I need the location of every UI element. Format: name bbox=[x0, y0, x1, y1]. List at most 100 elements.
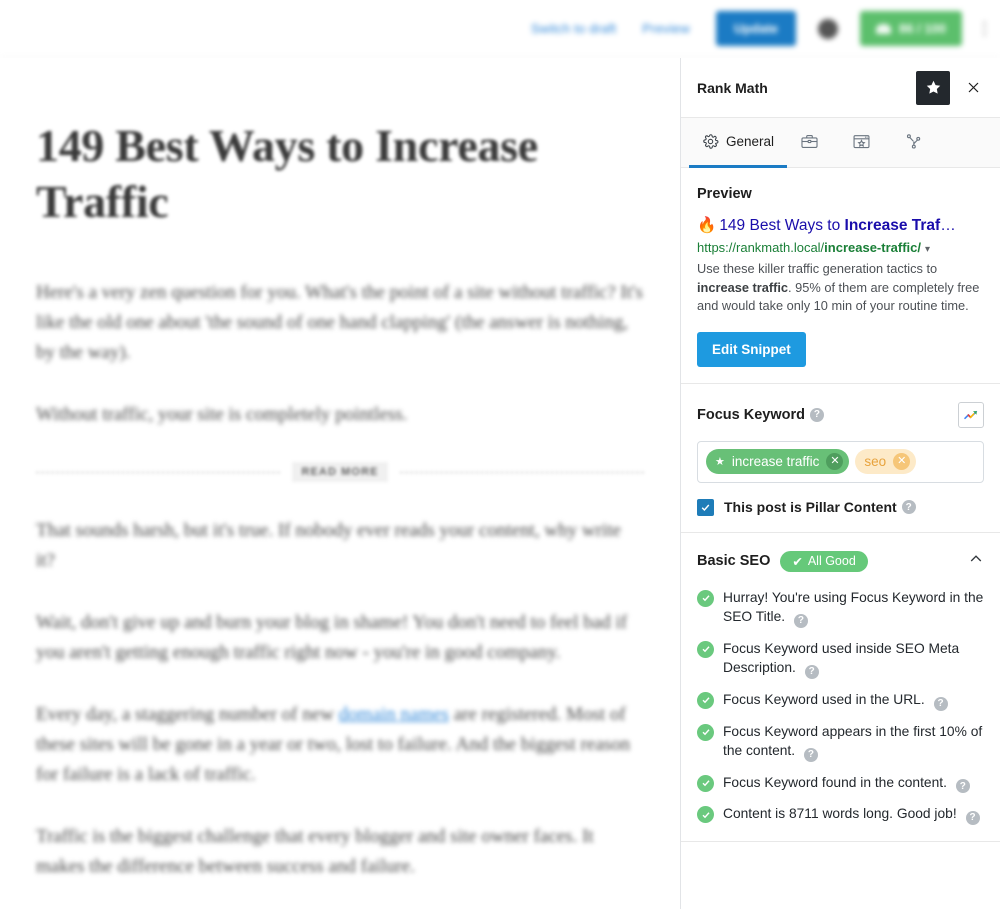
check-circle-icon bbox=[697, 774, 714, 792]
list-item: Focus Keyword used inside SEO Meta Descr… bbox=[697, 639, 984, 679]
focus-keyword-section: Focus Keyword ? ★ increase traffic ✕ seo… bbox=[681, 384, 1000, 533]
help-icon[interactable]: ? bbox=[793, 613, 808, 628]
sidebar-tabs: General bbox=[681, 118, 1000, 168]
list-item-text: Focus Keyword found in the content. ? bbox=[723, 773, 970, 794]
seo-score-value: 86 / 100 bbox=[899, 21, 946, 36]
tab-general[interactable]: General bbox=[689, 118, 788, 168]
paragraph-block[interactable]: Traffic is the biggest challenge that ev… bbox=[36, 822, 644, 882]
list-item: Content is 8711 words long. Good job! ? bbox=[697, 804, 984, 826]
basic-seo-header[interactable]: Basic SEO ✔ All Good bbox=[697, 550, 984, 572]
list-item: Focus Keyword used in the URL. ? bbox=[697, 690, 984, 711]
snippet-description[interactable]: Use these killer traffic generation tact… bbox=[697, 260, 984, 314]
paragraph-block[interactable]: Without traffic, your site is completely… bbox=[36, 400, 644, 430]
help-icon[interactable]: ? bbox=[933, 696, 948, 711]
list-item-label: Focus Keyword used inside SEO Meta Descr… bbox=[723, 640, 960, 675]
snippet-url-slug: increase-traffic/ bbox=[824, 240, 921, 256]
remove-keyword-icon[interactable]: ✕ bbox=[826, 453, 844, 471]
divider-left bbox=[36, 471, 281, 473]
domain-names-link[interactable]: domain names bbox=[339, 704, 449, 725]
keyword-pill-secondary[interactable]: seo ✕ bbox=[855, 449, 917, 475]
post-editor-canvas[interactable]: 149 Best Ways to Increase Traffic Here's… bbox=[0, 58, 680, 909]
sidebar-title: Rank Math bbox=[697, 79, 768, 96]
basic-seo-title: Basic SEO bbox=[697, 553, 771, 570]
editor-toolbar: Switch to draft Preview Update 86 / 100 … bbox=[0, 0, 1000, 58]
snippet-title-plain: 149 Best Ways to bbox=[719, 217, 845, 234]
update-button[interactable]: Update bbox=[715, 11, 796, 46]
snippet-url-domain: https://rankmath.local/ bbox=[697, 240, 825, 256]
briefcase-icon bbox=[800, 132, 819, 151]
sidebar-header: Rank Math bbox=[681, 58, 1000, 118]
check-circle-icon bbox=[697, 806, 714, 824]
star-icon[interactable] bbox=[916, 70, 950, 105]
list-item: Focus Keyword found in the content. ? bbox=[697, 773, 984, 794]
keyword-pill-primary[interactable]: ★ increase traffic ✕ bbox=[706, 449, 850, 475]
list-item-text: Focus Keyword used inside SEO Meta Descr… bbox=[723, 639, 984, 679]
check-circle-icon bbox=[697, 723, 714, 741]
check-glyph: ✔ bbox=[792, 554, 803, 569]
tab-social[interactable] bbox=[891, 118, 943, 168]
tab-schema[interactable] bbox=[839, 118, 891, 168]
remove-keyword-icon[interactable]: ✕ bbox=[893, 453, 911, 471]
pillar-content-row[interactable]: This post is Pillar Content ? bbox=[697, 498, 984, 516]
gear-icon bbox=[702, 133, 719, 150]
chevron-down-icon[interactable]: ▾ bbox=[925, 244, 930, 255]
read-more-label: READ MORE bbox=[292, 462, 388, 483]
paragraph-block[interactable]: That sounds harsh, but it's true. If nob… bbox=[36, 516, 644, 576]
social-share-icon bbox=[904, 132, 923, 151]
keyword-label: seo bbox=[864, 454, 887, 470]
list-item-label: Focus Keyword appears in the first 10% o… bbox=[723, 723, 983, 758]
gauge-icon bbox=[876, 23, 891, 34]
status-badge-label: All Good bbox=[807, 554, 856, 569]
list-item-text: Focus Keyword used in the URL. ? bbox=[723, 690, 948, 711]
page-title[interactable]: 149 Best Ways to Increase Traffic bbox=[36, 118, 644, 230]
list-item-label: Content is 8711 words long. Good job! bbox=[723, 806, 957, 822]
snippet-url[interactable]: https://rankmath.local/increase-traffic/… bbox=[697, 240, 984, 255]
snippet-title-ellipsis: … bbox=[940, 217, 956, 234]
tab-advanced[interactable] bbox=[787, 118, 839, 168]
help-icon[interactable]: ? bbox=[901, 500, 916, 515]
desc-before: Use these killer traffic generation tact… bbox=[697, 261, 938, 277]
tab-general-label: General bbox=[726, 134, 775, 149]
focus-keyword-header: Focus Keyword ? bbox=[697, 401, 984, 428]
rank-math-sidebar: Rank Math General Preview 🔥 149 Best Way… bbox=[680, 58, 1000, 909]
schema-browser-icon bbox=[852, 132, 871, 151]
list-item-text: Content is 8711 words long. Good job! ? bbox=[723, 804, 980, 826]
help-icon[interactable]: ? bbox=[809, 407, 824, 422]
desc-keyword: increase traffic bbox=[697, 279, 789, 295]
focus-keyword-input[interactable]: ★ increase traffic ✕ seo ✕ bbox=[697, 440, 984, 483]
paragraph-block[interactable]: Here's a very zen question for you. What… bbox=[36, 278, 644, 368]
fire-emoji-icon: 🔥 bbox=[697, 217, 717, 234]
edit-snippet-button[interactable]: Edit Snippet bbox=[697, 331, 806, 367]
rank-math-score-button[interactable]: 86 / 100 bbox=[860, 11, 962, 46]
google-trends-icon[interactable] bbox=[958, 401, 984, 428]
snippet-preview-section: Preview 🔥 149 Best Ways to Increase Traf…… bbox=[681, 168, 1000, 384]
snippet-title-bold: Increase Traf bbox=[844, 217, 941, 234]
star-icon: ★ bbox=[715, 456, 725, 469]
settings-gear-icon[interactable] bbox=[818, 18, 838, 39]
read-more-block[interactable]: READ MORE bbox=[36, 462, 644, 483]
preview-button[interactable]: Preview bbox=[642, 21, 690, 36]
help-icon[interactable]: ? bbox=[803, 747, 818, 762]
switch-to-draft-button[interactable]: Switch to draft bbox=[531, 21, 616, 36]
close-icon[interactable] bbox=[960, 75, 986, 101]
keyword-label: increase traffic bbox=[731, 454, 820, 470]
paragraph-block[interactable]: Wait, don't give up and burn your blog i… bbox=[36, 608, 644, 668]
list-item-label: Focus Keyword found in the content. bbox=[723, 774, 947, 790]
basic-seo-checklist: Hurray! You're using Focus Keyword in th… bbox=[697, 588, 984, 826]
list-item-text: Hurray! You're using Focus Keyword in th… bbox=[723, 588, 984, 628]
pillar-content-checkbox[interactable] bbox=[697, 498, 714, 516]
snippet-title[interactable]: 🔥 149 Best Ways to Increase Traf… bbox=[697, 216, 984, 235]
check-circle-icon bbox=[697, 640, 714, 658]
help-icon[interactable]: ? bbox=[965, 811, 980, 826]
help-icon[interactable]: ? bbox=[804, 664, 819, 679]
list-item-text: Focus Keyword appears in the first 10% o… bbox=[723, 722, 984, 762]
help-icon[interactable]: ? bbox=[955, 779, 970, 794]
check-circle-icon bbox=[697, 589, 714, 607]
more-options-button[interactable]: ⋮ bbox=[976, 20, 993, 37]
divider-right bbox=[399, 471, 644, 473]
list-item: Focus Keyword appears in the first 10% o… bbox=[697, 722, 984, 762]
chevron-up-icon[interactable] bbox=[968, 551, 984, 572]
list-item-label: Hurray! You're using Focus Keyword in th… bbox=[723, 589, 984, 624]
paragraph-block[interactable]: Every day, a staggering number of new do… bbox=[36, 700, 644, 790]
text-before-link: Every day, a staggering number of new bbox=[36, 704, 339, 726]
